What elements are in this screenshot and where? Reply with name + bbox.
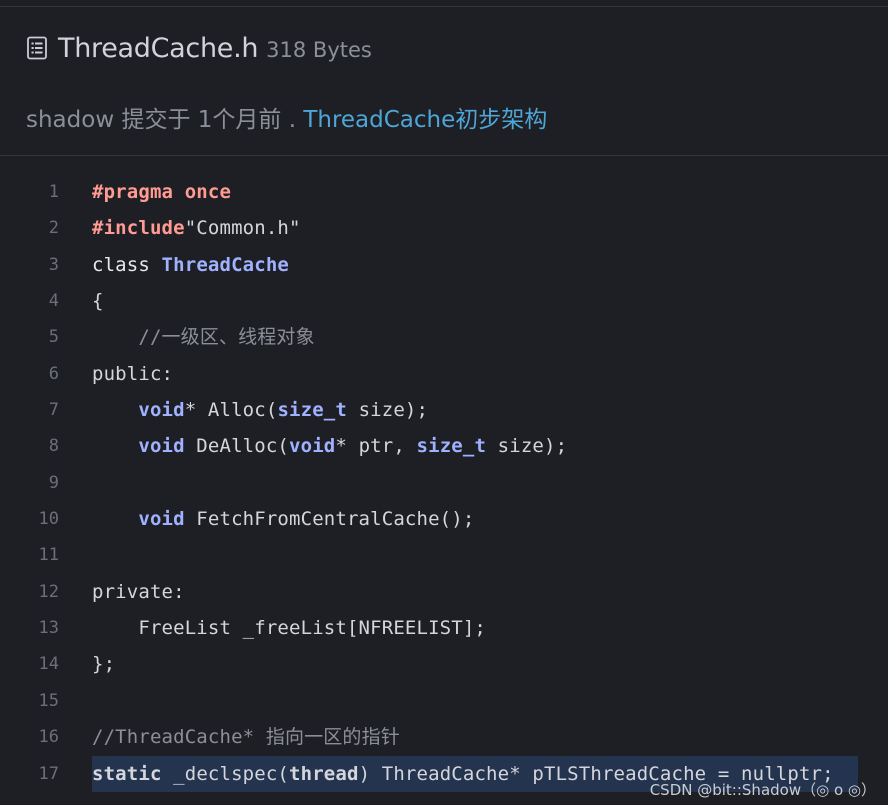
code-token: class (92, 253, 162, 276)
commit-info: shadow 提交于 1个月前 . ThreadCache初步架构 (26, 100, 547, 134)
top-divider (0, 6, 888, 7)
line-number[interactable]: 2 (0, 210, 59, 246)
code-line: 11 (0, 537, 888, 573)
commit-message-link[interactable]: ThreadCache初步架构 (303, 107, 547, 133)
code-token: //一级区、线程对象 (92, 326, 315, 349)
file-name: ThreadCache.h (58, 32, 259, 64)
code-line: 15 (0, 683, 888, 719)
code-line: 13 FreeList _freeList[NFREELIST]; (0, 610, 888, 646)
code-token: void (289, 435, 336, 458)
code-line: 12 private: (0, 574, 888, 610)
line-number[interactable]: 16 (0, 719, 59, 755)
code-line: 16 //ThreadCache* 指向一区的指针 (0, 719, 888, 755)
code-token: ThreadCache (161, 253, 290, 276)
code-token: }; (92, 653, 116, 676)
line-number[interactable]: 4 (0, 283, 59, 319)
code-block: 1 #pragma once 2 #include"Common.h" 3 class T… (0, 174, 888, 792)
line-source: void FetchFromCentralCache(); (92, 501, 474, 537)
code-token: FetchFromCentralCache(); (184, 508, 475, 531)
line-source: //一级区、线程对象 (92, 319, 315, 355)
line-number[interactable]: 15 (0, 683, 59, 719)
file-text-icon (26, 36, 48, 60)
line-number[interactable]: 8 (0, 428, 59, 464)
code-token: void (138, 508, 185, 531)
line-source: void DeAlloc(void* ptr, size_t size); (92, 428, 567, 464)
header-divider (0, 155, 888, 156)
code-token: #pragma once (92, 181, 232, 203)
code-line: 9 (0, 465, 888, 501)
code-line: 3 class ThreadCache (0, 247, 888, 283)
code-token: void (138, 435, 185, 458)
code-token: size_t (416, 435, 487, 458)
commit-author-time: shadow 提交于 1个月前 . (26, 107, 304, 133)
code-token: public: (92, 362, 174, 385)
code-line: 14}; (0, 646, 888, 682)
line-number[interactable]: 10 (0, 501, 59, 537)
code-token: private: (92, 580, 185, 603)
code-token: * ptr, (335, 435, 417, 458)
line-number[interactable]: 11 (0, 537, 59, 573)
code-token: void (138, 399, 185, 422)
code-line: 8 void DeAlloc(void* ptr, size_t size); (0, 428, 888, 464)
line-number[interactable]: 14 (0, 646, 59, 682)
code-token: //ThreadCache* 指向一区的指针 (92, 726, 400, 749)
code-token: DeAlloc( (184, 435, 290, 458)
code-token: size_t (277, 399, 347, 422)
code-line: 1 #pragma once (0, 174, 888, 210)
code-token: { (92, 290, 104, 313)
code-token: "Common.h" (184, 217, 301, 240)
line-source: private: (92, 574, 185, 610)
code-line: 5 //一级区、线程对象 (0, 319, 888, 355)
line-source: #pragma once (92, 174, 231, 210)
line-source: { (92, 283, 104, 319)
line-number[interactable]: 12 (0, 574, 59, 610)
code-token: #include (92, 217, 185, 240)
line-source: class ThreadCache (92, 247, 289, 283)
line-source: FreeList _freeList[NFREELIST]; (92, 610, 486, 646)
code-token: FreeList _freeList[NFREELIST]; (92, 617, 487, 640)
code-token: static (92, 762, 162, 785)
line-source: }; (92, 646, 115, 682)
watermark: CSDN @bit::Shadow（◎ o ◎） (649, 781, 876, 799)
line-number[interactable]: 13 (0, 610, 59, 646)
line-source: //ThreadCache* 指向一区的指针 (92, 719, 400, 755)
line-source: void* Alloc(size_t size); (92, 392, 428, 428)
line-number[interactable]: 3 (0, 247, 59, 283)
line-number[interactable]: 6 (0, 356, 59, 392)
code-token: * Alloc( (184, 399, 278, 422)
code-token: size); (346, 399, 429, 422)
file-size: 318 Bytes (266, 37, 372, 62)
line-number[interactable]: 7 (0, 392, 59, 428)
line-source: public: (92, 356, 173, 392)
line-source: #include"Common.h" (92, 210, 301, 246)
line-number[interactable]: 5 (0, 319, 59, 355)
code-token: _declspec( (161, 762, 290, 785)
code-token: size); (486, 435, 568, 458)
code-viewer: ThreadCache.h 318 Bytes shadow 提交于 1个月前 … (0, 0, 888, 805)
code-line: 10 void FetchFromCentralCache(); (0, 501, 888, 537)
code-line: 2 #include"Common.h" (0, 210, 888, 246)
line-number[interactable]: 17 (0, 756, 59, 792)
code-token: thread (289, 762, 359, 785)
code-line: 6 public: (0, 356, 888, 392)
line-number[interactable]: 9 (0, 465, 59, 501)
line-number[interactable]: 1 (0, 174, 59, 210)
code-line: 7 void* Alloc(size_t size); (0, 392, 888, 428)
file-header: ThreadCache.h 318 Bytes (26, 28, 372, 68)
code-line: 4{ (0, 283, 888, 319)
